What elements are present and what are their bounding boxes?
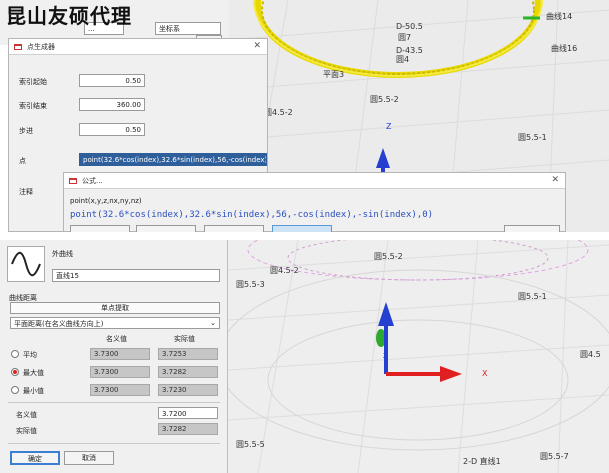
label-2d-line1: 2-D 直线1 xyxy=(463,457,501,466)
ok-button[interactable]: 确定 xyxy=(10,451,60,465)
label-z-axis: Z xyxy=(383,353,388,360)
nominal-value-input[interactable]: 3.7200 xyxy=(158,407,218,419)
radio-minimum[interactable] xyxy=(11,386,19,394)
watermark: 昆山友硕代理 xyxy=(6,4,132,28)
close-icon[interactable]: ✕ xyxy=(253,41,261,51)
divider xyxy=(0,232,609,240)
step-input[interactable]: 0.50 xyxy=(79,123,145,136)
average-nominal: 3.7300 xyxy=(90,348,150,360)
cancel-button[interactable]: 取消 xyxy=(64,451,114,465)
minimum-nominal: 3.7300 xyxy=(90,384,150,396)
bottom-3d-viewport[interactable]: 圆5.5-2 圆4.5-2 圆5.5-3 圆5.5-1 圆4.5 圆5.5-5 … xyxy=(228,240,609,473)
label-d50: D-50.5 xyxy=(396,22,423,31)
row-label-start: 索引起始 xyxy=(19,78,47,86)
actual-value-label: 实际值 xyxy=(16,427,37,435)
label-b551: 圆5.5-1 xyxy=(518,292,547,301)
distance-mode-dropdown[interactable]: 平面距离(在名义曲线方向上) ⌄ xyxy=(10,317,220,329)
row-label-end: 索引结束 xyxy=(19,102,47,110)
point-formula-input[interactable]: point(32.6*cos(index),32.6*sin(index),56… xyxy=(79,153,267,166)
label-b452: 圆4.5-2 xyxy=(270,266,299,275)
curve-property-panel: 外曲线 直线15 曲线距离 单点提取 平面距离(在名义曲线方向上) ⌄ 名义值 … xyxy=(0,240,228,473)
radio-average[interactable] xyxy=(11,350,19,358)
row-minimum-label: 最小值 xyxy=(23,387,44,395)
label-plane3: 平面3 xyxy=(323,70,345,79)
chevron-down-icon: ⌄ xyxy=(210,319,216,327)
separator xyxy=(8,402,220,403)
start-index-input[interactable]: 0.50 xyxy=(79,74,145,87)
label-c452: 圆4.5-2 xyxy=(264,108,293,117)
dropdown-value: 平面距离(在名义曲线方向上) xyxy=(14,320,104,328)
label-circle4: 圆4 xyxy=(396,55,410,64)
row-label-step: 步进 xyxy=(19,127,33,135)
nominal-value-label: 名义值 xyxy=(16,411,37,419)
average-actual: 3.7253 xyxy=(158,348,218,360)
label-c551: 圆5.5-1 xyxy=(518,133,547,142)
actual-value-display: 3.7282 xyxy=(158,423,218,435)
label-c552: 圆5.5-2 xyxy=(370,95,399,104)
point-dialog-titlebar[interactable]: 点生成器 ✕ xyxy=(9,39,267,55)
point-label: 点 xyxy=(19,157,26,165)
formula-signature: point(x,y,z,nx,ny,nz) xyxy=(70,197,142,205)
point-dialog-title: 点生成器 xyxy=(27,43,55,51)
label-circle7: 圆7 xyxy=(398,33,412,42)
maximum-nominal: 3.7300 xyxy=(90,366,150,378)
formula-dialog: 公式... ✕ point(x,y,z,nx,ny,nz) point(32.6… xyxy=(63,172,566,233)
end-index-input[interactable]: 360.00 xyxy=(79,98,145,111)
maximum-actual: 3.7282 xyxy=(158,366,218,378)
formula-dialog-titlebar[interactable]: 公式... ✕ xyxy=(64,173,565,189)
label-curve14: 曲线14 xyxy=(546,12,573,21)
label-z-top: Z xyxy=(386,122,392,131)
label-b557: 圆5.5-7 xyxy=(540,452,569,461)
app-icon xyxy=(14,44,22,50)
row-maximum-label: 最大值 xyxy=(23,369,44,377)
label-b553: 圆5.5-3 xyxy=(236,280,265,289)
label-curve16: 曲线16 xyxy=(551,44,578,53)
radio-maximum[interactable] xyxy=(11,368,19,376)
minimum-actual: 3.7230 xyxy=(158,384,218,396)
single-point-tab[interactable]: 单点提取 xyxy=(10,302,220,314)
label-b45: 圆4.5 xyxy=(580,350,601,359)
label-b555: 圆5.5-5 xyxy=(236,440,265,449)
formula-expression-input[interactable]: point(32.6*cos(index),32.6*sin(index),56… xyxy=(70,209,560,222)
col-nominal-header: 名义值 xyxy=(106,335,127,343)
curve-type-icon xyxy=(7,246,45,282)
row-average-label: 平均 xyxy=(23,351,37,359)
label-x-axis: X xyxy=(482,369,488,378)
col-actual-header: 实际值 xyxy=(174,335,195,343)
formula-dialog-title: 公式... xyxy=(82,177,103,185)
feature-type-label: 外曲线 xyxy=(52,250,73,258)
note-label: 注释 xyxy=(19,188,33,196)
feature-name-input[interactable]: 直线15 xyxy=(52,269,220,282)
app-icon xyxy=(69,178,77,184)
close-icon[interactable]: ✕ xyxy=(551,175,559,185)
separator-2 xyxy=(8,443,220,444)
snippet-combo2[interactable]: 坐标系 xyxy=(155,22,221,35)
label-b552: 圆5.5-2 xyxy=(374,252,403,261)
